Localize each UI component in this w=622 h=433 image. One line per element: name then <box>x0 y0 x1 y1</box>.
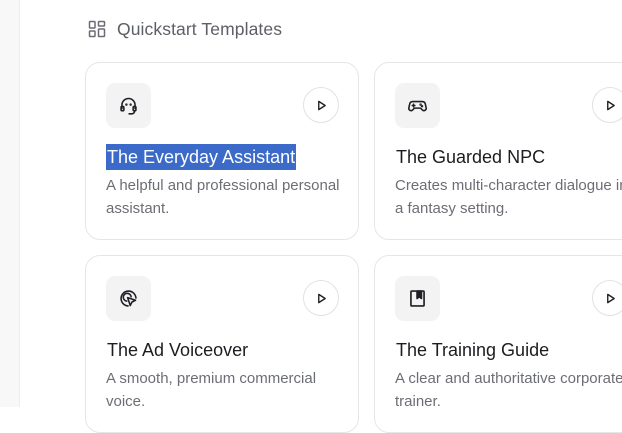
card-description: A helpful and professional personal assi… <box>106 177 340 217</box>
card-icon-tile <box>395 276 440 321</box>
card-icon-tile <box>106 276 151 321</box>
play-icon <box>606 100 615 110</box>
cursor-click-icon <box>120 290 137 307</box>
section-title: Quickstart Templates <box>117 18 283 39</box>
section-header: Quickstart Templates <box>88 18 282 40</box>
card-description: A smooth, premium commercial voice. <box>106 370 317 410</box>
card-description: Creates multi-character dialogue in a fa… <box>395 177 622 217</box>
card-icon-tile <box>106 83 151 128</box>
bookmark-book-icon <box>410 290 425 307</box>
headset-icon <box>120 97 137 115</box>
play-preview-button[interactable] <box>592 280 622 316</box>
card-title: The Guarded NPC <box>396 147 546 167</box>
play-preview-button[interactable] <box>592 87 622 123</box>
template-card-everyday-assistant[interactable]: The Everyday Assistant A helpful and pro… <box>85 62 359 240</box>
play-icon <box>317 293 326 303</box>
card-title: The Ad Voiceover <box>107 340 249 360</box>
gamepad-icon <box>408 100 427 112</box>
card-title: The Everyday Assistant <box>106 144 297 170</box>
template-card-training-guide[interactable]: The Training Guide A clear and authorita… <box>374 255 622 433</box>
card-title: The Training Guide <box>396 340 550 360</box>
sidebar-edge <box>0 0 20 407</box>
template-card-guarded-npc[interactable]: The Guarded NPC Creates multi-character … <box>374 62 622 240</box>
play-preview-button[interactable] <box>303 280 339 316</box>
grid-icon <box>88 20 106 38</box>
play-icon <box>606 293 615 303</box>
card-description: A clear and authoritative corporate trai… <box>395 370 622 410</box>
card-icon-tile <box>395 83 440 128</box>
template-card-ad-voiceover[interactable]: The Ad Voiceover A smooth, premium comme… <box>85 255 359 433</box>
play-preview-button[interactable] <box>303 87 339 123</box>
play-icon <box>317 100 326 110</box>
